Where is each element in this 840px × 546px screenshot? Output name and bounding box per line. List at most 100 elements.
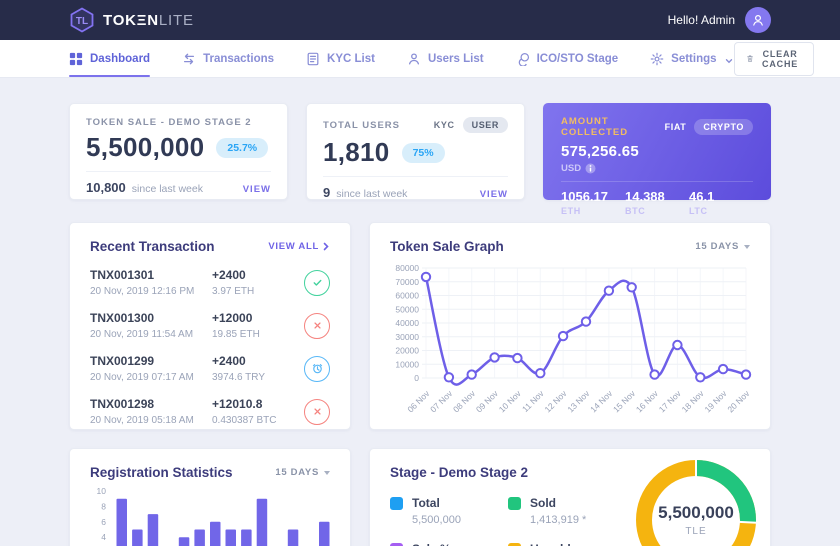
token-sale-graph-title: Token Sale Graph — [390, 239, 504, 254]
total-users-view-link[interactable]: VIEW — [480, 189, 508, 200]
brand-logo[interactable]: TL TOKΞNLITE — [69, 7, 194, 33]
amount-collected-card: AMOUNT COLLECTED FIAT CRYPTO 575,256.65 … — [543, 103, 771, 200]
transaction-status-canceled[interactable] — [304, 313, 330, 339]
svg-text:12 Nov: 12 Nov — [542, 388, 569, 415]
nav-item-label: Settings — [671, 53, 716, 65]
token-sale-graph-panel: Token Sale Graph 15 DAYS 010000200003000… — [369, 222, 771, 430]
transaction-id: TNX001298 — [90, 397, 212, 411]
transaction-date: 20 Nov, 2019 12:16 PM — [90, 286, 212, 297]
svg-text:10: 10 — [97, 486, 107, 496]
svg-text:10000: 10000 — [395, 359, 419, 369]
transaction-date: 20 Nov, 2019 05:18 AM — [90, 415, 212, 426]
transaction-status-approved[interactable] — [304, 270, 330, 296]
transaction-amount: +12000 — [212, 311, 304, 325]
check-icon — [311, 276, 324, 289]
svg-text:07 Nov: 07 Nov — [428, 388, 455, 415]
stage-donut-chart: 5,500,000 TLE — [630, 454, 762, 546]
legend-label: Unsold — [530, 542, 579, 546]
legend-label: Sold — [530, 496, 586, 510]
nav-item-settings[interactable]: Settings — [650, 40, 733, 77]
svg-text:40000: 40000 — [395, 318, 419, 328]
stat-cards-row: TOKEN SALE - DEMO STAGE 2 5,500,000 25.7… — [69, 103, 771, 200]
dashboard-page: TL TOKΞNLITE Hello! Admin Dashboard Trans… — [0, 0, 840, 546]
transaction-id: TNX001300 — [90, 311, 212, 325]
dashboard-content: TOKEN SALE - DEMO STAGE 2 5,500,000 25.7… — [69, 103, 771, 546]
token-sale-view-link[interactable]: VIEW — [243, 184, 271, 195]
svg-text:30000: 30000 — [395, 332, 419, 342]
svg-text:50000: 50000 — [395, 304, 419, 314]
user-icon — [407, 52, 421, 66]
transaction-amount: +12010.8 — [212, 397, 304, 411]
legend-item-sale-: Sale %25.7% Sold — [390, 542, 508, 546]
clear-cache-label: CLEAR CACHE — [760, 49, 801, 69]
transaction-amount: +2400 — [212, 354, 304, 368]
nav-item-kyc-list[interactable]: KYC List — [306, 40, 375, 77]
svg-text:TL: TL — [76, 16, 88, 27]
transaction-sub-amount: 3974.6 TRY — [212, 372, 304, 383]
transaction-id: TNX001301 — [90, 268, 212, 282]
crypto-eth: 1056.17ETH — [561, 189, 625, 216]
greeting-text: Hello! Admin — [668, 13, 735, 27]
user-toggle[interactable]: USER — [463, 117, 508, 133]
total-users-label: TOTAL USERS — [323, 120, 400, 131]
registration-period-dropdown[interactable]: 15 DAYS — [275, 467, 330, 478]
svg-text:10 Nov: 10 Nov — [497, 388, 524, 415]
total-users-delta: 9 — [323, 185, 330, 200]
legend-item-total: Total5,500,000 — [390, 496, 508, 526]
crypto-values-row: 1056.17ETH14.388BTC46.1LTC — [561, 181, 753, 216]
nav-item-users-list[interactable]: Users List — [407, 40, 484, 77]
topbar: TL TOKΞNLITE Hello! Admin — [0, 0, 840, 40]
token-sale-label: TOKEN SALE - DEMO STAGE 2 — [86, 117, 252, 128]
kyc-toggle[interactable]: KYC — [434, 120, 455, 130]
svg-text:11 Nov: 11 Nov — [520, 388, 546, 414]
svg-text:15 Nov: 15 Nov — [611, 388, 638, 415]
token-sale-value: 5,500,000 — [86, 132, 204, 163]
nav-item-label: Dashboard — [90, 53, 150, 65]
nav-item-label: Users List — [428, 53, 484, 65]
token-sale-card: TOKEN SALE - DEMO STAGE 2 5,500,000 25.7… — [69, 103, 288, 200]
nav-item-label: ICO/STO Stage — [537, 53, 619, 65]
legend-value: 5,500,000 — [412, 514, 461, 526]
transaction-row: TNX00129820 Nov, 2019 05:18 AM+12010.80.… — [90, 397, 330, 426]
stage-title: Stage - Demo Stage 2 — [390, 465, 528, 480]
crypto-btc: 14.388BTC — [625, 189, 689, 216]
nav-item-dashboard[interactable]: Dashboard — [69, 40, 150, 77]
stage-panel: Stage - Demo Stage 2 Total5,500,000 Sold 1… — [369, 448, 771, 546]
brand-hexagon-icon: TL — [69, 7, 95, 33]
x-icon — [311, 319, 324, 332]
crypto-toggle[interactable]: CRYPTO — [694, 119, 753, 135]
svg-text:14 Nov: 14 Nov — [588, 388, 615, 415]
fiat-toggle[interactable]: FIAT — [665, 122, 687, 132]
transaction-sub-amount: 3.97 ETH — [212, 286, 304, 297]
transfer-icon — [182, 52, 196, 66]
legend-value: 1,413,919 * — [530, 514, 586, 526]
user-avatar[interactable] — [745, 7, 771, 33]
main-nav: Dashboard Transactions KYC List Users List I… — [0, 40, 840, 78]
amount-collected-label: AMOUNT COLLECTED — [561, 116, 665, 138]
nav-item-transactions[interactable]: Transactions — [182, 40, 274, 77]
token-graph-period-dropdown[interactable]: 15 DAYS — [695, 241, 750, 252]
transactions-title: Recent Transaction — [90, 239, 215, 254]
donut-center-label: TLE — [685, 526, 706, 537]
info-icon[interactable] — [585, 163, 596, 174]
clear-cache-button[interactable]: CLEAR CACHE — [734, 42, 814, 76]
coins-icon — [516, 52, 530, 66]
svg-text:19 Nov: 19 Nov — [702, 388, 729, 415]
amount-collected-currency: USD — [561, 163, 581, 174]
svg-text:13 Nov: 13 Nov — [565, 388, 592, 415]
transaction-status-canceled[interactable] — [304, 399, 330, 425]
view-all-link[interactable]: VIEW ALL — [268, 241, 330, 252]
transaction-status-pending[interactable] — [304, 356, 330, 382]
svg-text:17 Nov: 17 Nov — [657, 388, 684, 415]
nav-item-label: Transactions — [203, 53, 274, 65]
svg-text:08 Nov: 08 Nov — [451, 388, 478, 415]
document-icon — [306, 52, 320, 66]
trash-icon — [747, 52, 753, 65]
total-users-card: TOTAL USERS KYC USER 1,810 75% 9 since l… — [306, 103, 525, 200]
svg-text:18 Nov: 18 Nov — [680, 388, 707, 415]
svg-text:4: 4 — [101, 532, 106, 542]
registration-statistics-panel: Registration Statistics 15 DAYS 108642 — [69, 448, 351, 546]
gear-icon — [650, 52, 664, 66]
transaction-row: TNX00130020 Nov, 2019 11:54 AM+1200019.8… — [90, 311, 330, 340]
nav-item-ico-sto-stage[interactable]: ICO/STO Stage — [516, 40, 619, 77]
